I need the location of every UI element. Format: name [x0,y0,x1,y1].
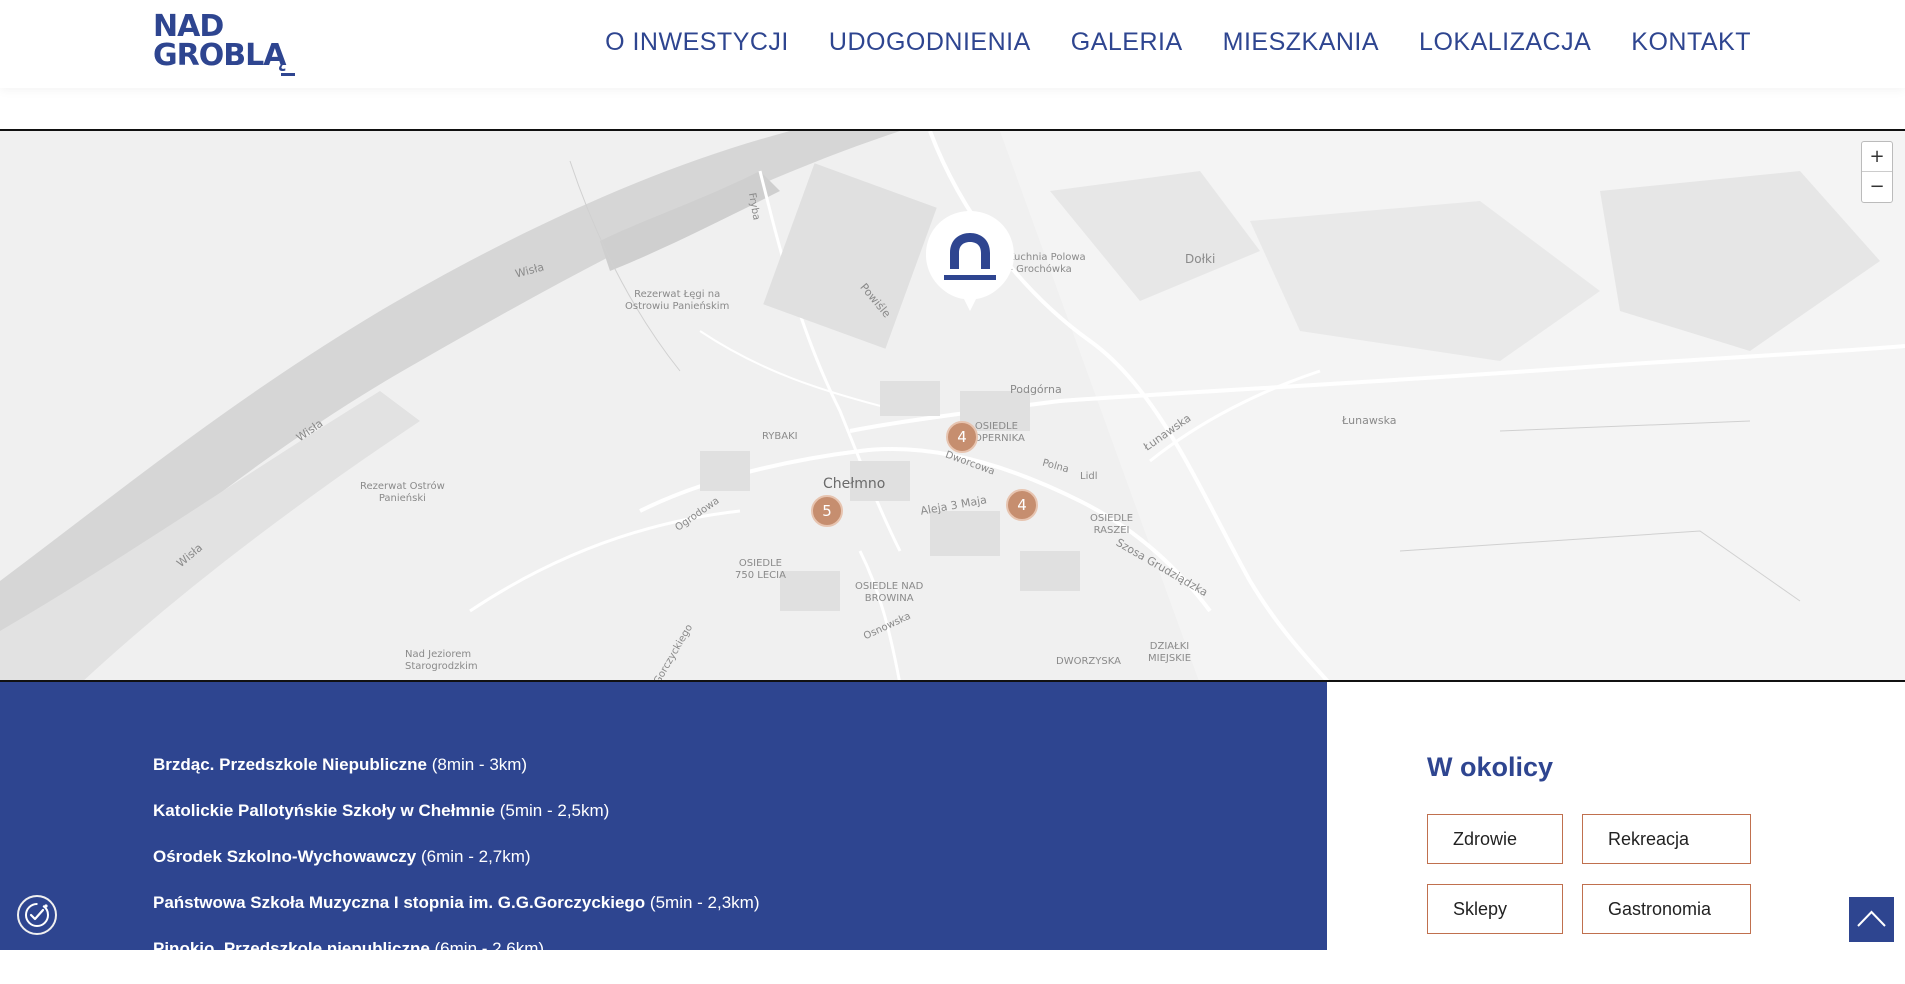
category-button-gastronomia[interactable]: Gastronomia [1582,884,1751,934]
list-item: Państwowa Szkoła Muzyczna I stopnia im. … [153,892,760,938]
cookie-consent-icon [25,903,49,927]
map-label-jezioro: Nad Jeziorem Starogrodzkim [405,649,478,672]
map-cluster-marker[interactable]: 5 [811,495,843,527]
map-label-dolki: Dołki [1185,252,1216,266]
map-label-dworzyska: DWORZYSKA [1056,656,1121,667]
place-name: Pinokio. Przedszkole niepubliczne [153,939,430,958]
map-cluster-marker[interactable]: 4 [946,421,978,453]
zoom-out-button[interactable]: − [1862,172,1892,202]
place-name: Brzdąc. Przedszkole Niepubliczne [153,755,427,774]
map-label-osiedle-nad-browina: OSIEDLE NAD BROWINA [855,581,924,604]
nav-lokalizacja[interactable]: LOKALIZACJA [1419,26,1591,58]
nav-o-inwestycji[interactable]: O INWESTYCJI [605,26,789,58]
map-label-osiedle-raszei: OSIEDLE RASZEI [1090,513,1134,536]
nav-udogodnienia[interactable]: UDOGODNIENIA [829,26,1031,58]
logo-line-2: GROBLĄ [153,38,286,73]
place-distance: (8min - 3km) [431,755,528,774]
map-cluster-marker[interactable]: 4 [1006,489,1038,521]
map-label-rezerwat: Rezerwat Ostrów Panieński [360,481,445,504]
chevron-up-icon [1857,910,1886,927]
list-item: Brzdąc. Przedszkole Niepubliczne (8min -… [153,754,760,800]
list-item: Katolickie Pallotyńskie Szkoły w Chełmni… [153,800,760,846]
cookie-settings-button[interactable] [17,895,57,935]
place-distance: (5min - 2,5km) [499,801,610,820]
nav-galeria[interactable]: GALERIA [1071,26,1183,58]
nav-mieszkania[interactable]: MIESZKANIA [1223,26,1379,58]
logo-underline [281,73,295,76]
location-map[interactable]: Wisła Wisła Wisła Fryba Rezerwat Łęgi na… [0,129,1905,682]
category-button-rekreacja[interactable]: Rekreacja [1582,814,1751,864]
map-label-lunawska: Łunawska [1342,414,1397,427]
place-name: Katolickie Pallotyńskie Szkoły w Chełmni… [153,801,496,820]
category-button-zdrowie[interactable]: Zdrowie [1427,814,1563,864]
map-label-rezerwat: Rezerwat Łęgi na Ostrowiu Panieńskim [625,289,730,312]
nearby-categories-panel: W okolicy Zdrowie Rekreacja Sklepy Gastr… [1327,682,1905,950]
zoom-in-button[interactable]: + [1862,142,1892,172]
place-distance: (6min - 2,6km) [434,939,545,958]
map-label-lidl: Lidl [1080,471,1098,482]
investment-location-pin-icon[interactable] [920,207,1020,317]
nearby-places-panel: Brzdąc. Przedszkole Niepubliczne (8min -… [0,682,1327,958]
map-label-rybaki: RYBAKI [762,431,798,442]
list-item: Pinokio. Przedszkole niepubliczne (6min … [153,938,760,984]
map-label-chelmno: Chełmno [823,476,886,492]
place-distance: (5min - 2,3km) [649,893,760,912]
section-title: W okolicy [1427,752,1554,782]
place-distance: (6min - 2,7km) [421,847,531,866]
place-name: Ośrodek Szkolno-Wychowawczy [153,847,417,866]
scroll-to-top-button[interactable] [1849,897,1894,942]
map-label-podgorna: Podgórna [1010,383,1062,396]
place-name: Państwowa Szkoła Muzyczna I stopnia im. … [153,893,646,912]
main-nav: O INWESTYCJI UDOGODNIENIA GALERIA MIESZK… [605,26,1751,58]
map-label-dzialki-miejskie: DZIAŁKI MIEJSKIE [1148,641,1192,664]
map-label-osiedle-750-lecia: OSIEDLE 750 LECIA [735,558,786,581]
site-header: NAD GROBLĄ O INWESTYCJI UDOGODNIENIA GAL… [0,0,1905,88]
spacer-strip [0,88,1905,129]
logo[interactable]: NAD GROBLĄ [153,12,295,78]
nav-kontakt[interactable]: KONTAKT [1631,26,1751,58]
category-button-sklepy[interactable]: Sklepy [1427,884,1563,934]
map-zoom-control: + − [1861,141,1893,203]
list-item: Ośrodek Szkolno-Wychowawczy (6min - 2,7k… [153,846,760,892]
